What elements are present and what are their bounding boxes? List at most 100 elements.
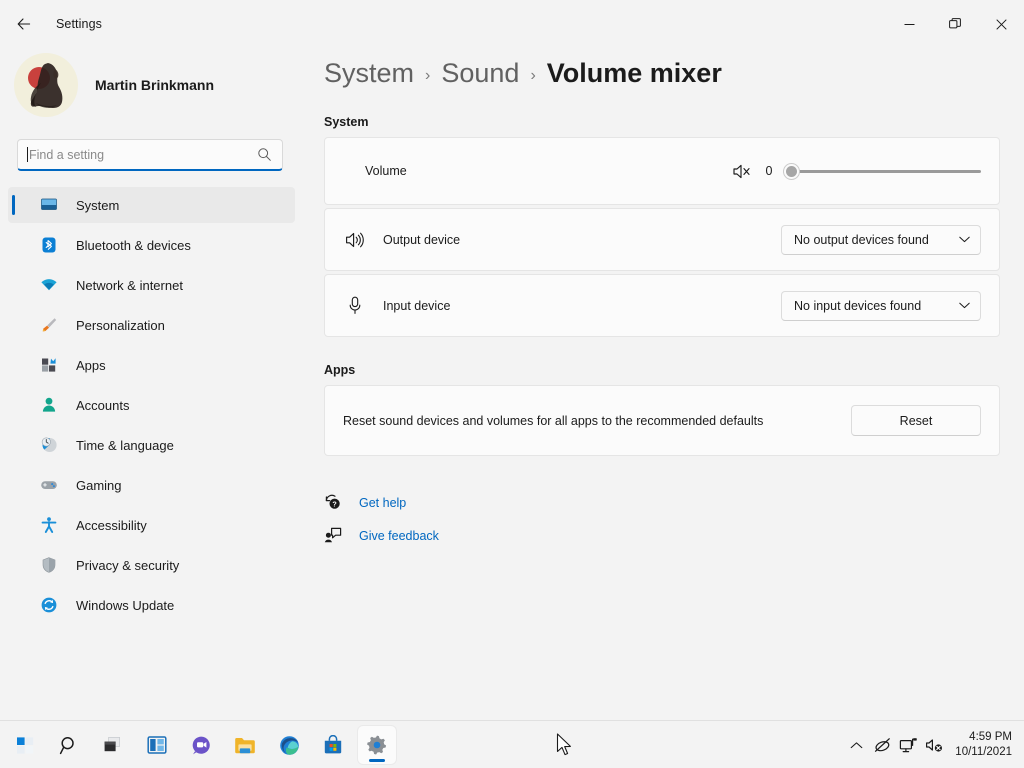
input-device-card: Input device No input devices found [324, 274, 1000, 337]
search-icon [257, 147, 272, 162]
search-container: Find a setting [17, 139, 283, 171]
sidebar-item-network-internet[interactable]: Network & internet [8, 267, 295, 303]
close-button[interactable] [978, 0, 1024, 48]
refresh-circle-icon [40, 596, 58, 614]
breadcrumb-sound[interactable]: Sound [441, 58, 519, 89]
volume-slider[interactable] [783, 161, 981, 181]
back-arrow-icon [16, 16, 32, 32]
sidebar-item-label: System [76, 198, 119, 213]
taskbar-buttons [0, 721, 396, 768]
apps-grid-icon [40, 356, 58, 374]
input-device-row: Input device No input devices found [325, 275, 999, 336]
sidebar: Martin Brinkmann Find a setting [0, 48, 300, 720]
window-title: Settings [56, 17, 102, 31]
sidebar-item-gaming[interactable]: Gaming [8, 467, 295, 503]
sidebar-item-label: Bluetooth & devices [76, 238, 191, 253]
slider-track [783, 170, 981, 173]
edge-button[interactable] [270, 726, 308, 764]
search-placeholder: Find a setting [29, 148, 257, 162]
sidebar-item-apps[interactable]: Apps [8, 347, 295, 383]
svg-text:?: ? [332, 500, 336, 509]
speaker-muted-icon[interactable] [732, 163, 751, 180]
edge-browser-icon [279, 735, 300, 756]
search-icon [59, 735, 80, 756]
widgets-button[interactable] [138, 726, 176, 764]
microsoft-store-button[interactable] [314, 726, 352, 764]
clock-date: 10/11/2021 [955, 745, 1012, 760]
close-icon [996, 19, 1007, 30]
help-links: ? Get help Give feedback [324, 486, 1000, 552]
taskbar: 4:59 PM 10/11/2021 [0, 720, 1024, 768]
task-view-button[interactable] [94, 726, 132, 764]
chevron-up-icon[interactable] [843, 727, 869, 763]
file-explorer-button[interactable] [226, 726, 264, 764]
minimize-icon [904, 19, 915, 30]
start-button[interactable] [6, 726, 44, 764]
store-bag-icon [323, 735, 343, 755]
sidebar-item-privacy-security[interactable]: Privacy & security [8, 547, 295, 583]
accessibility-person-icon [40, 516, 58, 534]
sidebar-item-windows-update[interactable]: Windows Update [8, 587, 295, 623]
window-controls [886, 0, 1024, 48]
gear-icon [366, 734, 388, 756]
microphone-icon [345, 296, 365, 316]
chevron-down-icon [959, 302, 970, 309]
sidebar-item-label: Accounts [76, 398, 129, 413]
sidebar-item-accessibility[interactable]: Accessibility [8, 507, 295, 543]
section-title-apps: Apps [324, 363, 1000, 377]
output-device-label: Output device [383, 233, 460, 247]
sidebar-item-time-language[interactable]: Time & language [8, 427, 295, 463]
main-content: System › Sound › Volume mixer System Vol… [300, 48, 1024, 720]
chevron-right-icon: › [425, 67, 430, 85]
slider-thumb[interactable] [783, 163, 800, 180]
chat-icon [191, 735, 212, 756]
feedback-person-icon [324, 527, 342, 545]
sidebar-item-system[interactable]: System [8, 187, 295, 223]
minimize-button[interactable] [886, 0, 932, 48]
profile-section[interactable]: Martin Brinkmann [0, 48, 300, 114]
system-tray: 4:59 PM 10/11/2021 [843, 721, 1014, 768]
output-device-value: No output devices found [794, 233, 947, 247]
clock[interactable]: 4:59 PM 10/11/2021 [955, 730, 1012, 760]
sidebar-item-label: Personalization [76, 318, 165, 333]
gamepad-icon [40, 476, 58, 494]
sidebar-item-label: Network & internet [76, 278, 183, 293]
back-button[interactable] [8, 8, 40, 40]
display-cast-icon[interactable] [895, 727, 921, 763]
sidebar-item-label: Privacy & security [76, 558, 179, 573]
folder-icon [234, 736, 256, 755]
settings-button[interactable] [358, 726, 396, 764]
volume-control: 0 [732, 161, 981, 181]
input-device-dropdown[interactable]: No input devices found [781, 291, 981, 321]
profile-name: Martin Brinkmann [95, 77, 214, 93]
reset-button[interactable]: Reset [851, 405, 981, 436]
sidebar-item-label: Accessibility [76, 518, 147, 533]
chevron-right-icon: › [530, 67, 535, 85]
get-help-link[interactable]: ? Get help [324, 486, 1000, 519]
reset-description: Reset sound devices and volumes for all … [343, 414, 763, 428]
reset-row: Reset sound devices and volumes for all … [325, 386, 999, 455]
sidebar-item-label: Gaming [76, 478, 122, 493]
chat-button[interactable] [182, 726, 220, 764]
search-input[interactable]: Find a setting [17, 139, 283, 171]
section-title-system: System [324, 115, 1000, 129]
speaker-muted-icon[interactable] [921, 727, 947, 763]
breadcrumb: System › Sound › Volume mixer [324, 48, 1000, 89]
get-help-label: Get help [359, 496, 406, 510]
volume-row: Volume 0 [325, 138, 999, 204]
output-device-card: Output device No output devices found [324, 208, 1000, 271]
search-button[interactable] [50, 726, 88, 764]
volume-card: Volume 0 [324, 137, 1000, 205]
output-device-dropdown[interactable]: No output devices found [781, 225, 981, 255]
sidebar-item-label: Time & language [76, 438, 174, 453]
bluetooth-icon [40, 236, 58, 254]
sidebar-item-personalization[interactable]: Personalization [8, 307, 295, 343]
maximize-button[interactable] [932, 0, 978, 48]
avatar [14, 53, 78, 117]
breadcrumb-system[interactable]: System [324, 58, 414, 89]
sidebar-item-bluetooth-devices[interactable]: Bluetooth & devices [8, 227, 295, 263]
sidebar-item-accounts[interactable]: Accounts [8, 387, 295, 423]
volume-label: Volume [365, 164, 407, 178]
network-disconnected-icon[interactable] [869, 727, 895, 763]
give-feedback-link[interactable]: Give feedback [324, 519, 1000, 552]
